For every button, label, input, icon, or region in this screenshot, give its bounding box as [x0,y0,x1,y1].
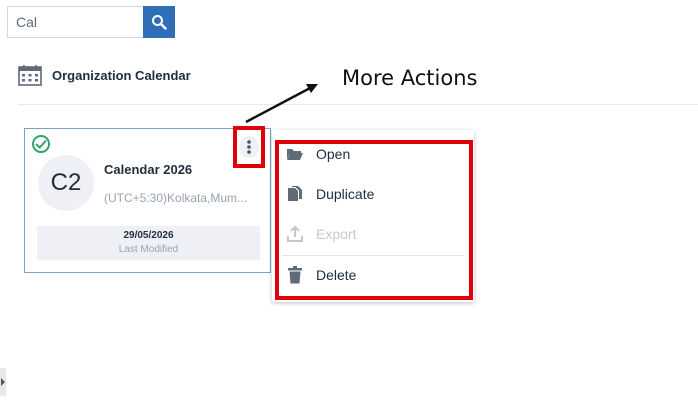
duplicate-icon [286,185,304,203]
last-modified-label: Last Modified [118,244,179,255]
section-title: Organization Calendar [52,67,191,83]
annotation-text: More Actions [342,66,478,90]
export-icon [286,225,304,243]
menu-divider [282,255,464,256]
side-panel-toggle[interactable] [0,368,6,396]
check-circle-icon [32,135,50,153]
folder-open-icon [286,145,304,163]
more-actions-button[interactable] [233,126,265,168]
more-vertical-icon [239,136,259,158]
annotation-arrow-icon [245,84,318,124]
search-input[interactable] [7,6,143,38]
card-title: Calendar 2026 [104,162,193,177]
actions-menu: Open Duplicate Export Delete [272,130,474,302]
last-modified-date: 29/05/2026 [123,230,174,241]
menu-item-open[interactable]: Open [286,140,464,168]
menu-item-delete[interactable]: Delete [286,261,464,289]
menu-item-label: Delete [316,267,357,283]
card-subtitle: (UTC+5:30)Kolkata,Mum... [104,191,248,205]
menu-item-label: Open [316,146,351,162]
avatar: C2 [38,155,94,211]
card-footer: 29/05/2026 Last Modified [37,226,260,260]
header-divider [18,104,698,105]
calendar-icon [18,65,42,86]
menu-item-label: Export [316,226,357,242]
menu-item-export[interactable]: Export [286,220,464,248]
page: Organization Calendar More Actions C2 Ca… [0,0,698,410]
menu-item-duplicate[interactable]: Duplicate [286,180,464,208]
search-icon [152,15,167,30]
trash-icon [286,266,304,284]
search-button[interactable] [143,6,175,38]
menu-item-label: Duplicate [316,186,375,202]
section-header: Organization Calendar [18,62,191,88]
